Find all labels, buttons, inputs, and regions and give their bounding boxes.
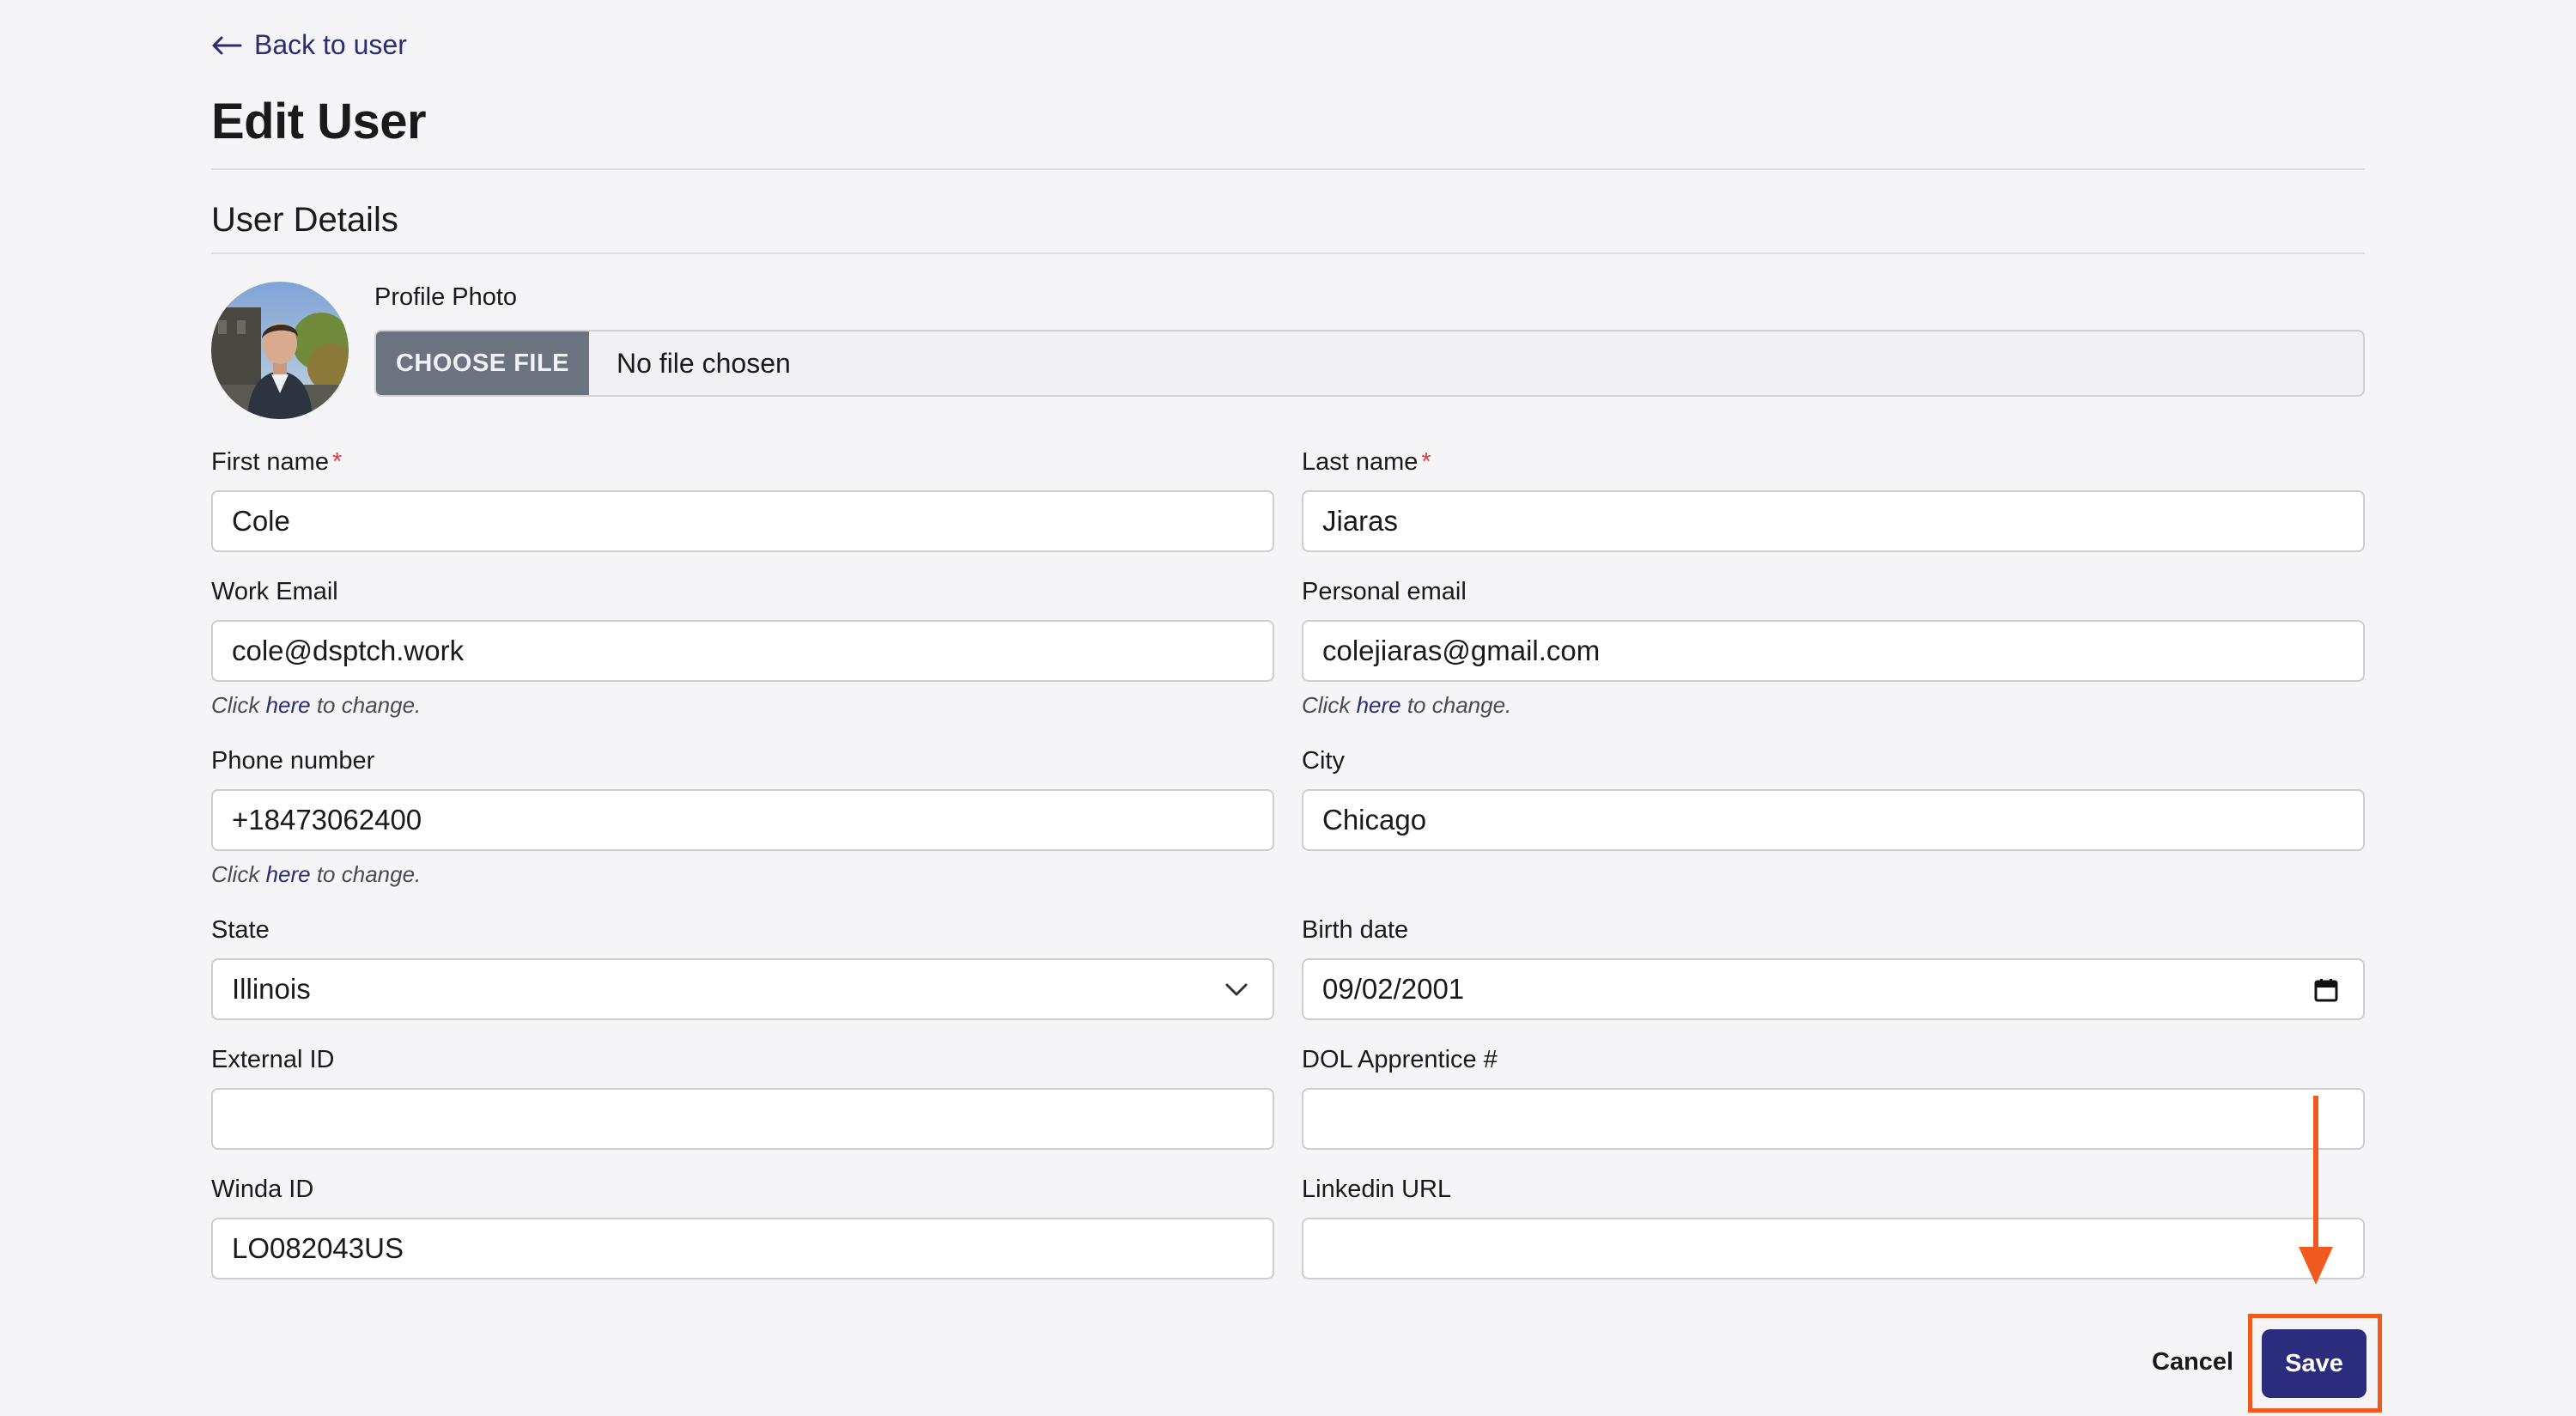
personal-email-field: Personal email colejiaras@gmail.com Clic… — [1302, 578, 2365, 719]
winda-id-field: Winda ID LO082043US — [211, 1176, 1274, 1279]
linkedin-url-field: Linkedin URL — [1302, 1176, 2365, 1279]
winda-id-input[interactable]: LO082043US — [211, 1218, 1274, 1279]
birth-date-value: 09/02/2001 — [1322, 973, 1465, 1005]
first-name-label: First name * — [211, 448, 343, 476]
work-email-change-link[interactable]: here — [266, 692, 311, 718]
state-select[interactable]: Illinois — [211, 958, 1274, 1020]
phone-input[interactable]: +18473062400 — [211, 789, 1274, 851]
city-label: City — [1302, 747, 1345, 775]
phone-change-link[interactable]: here — [266, 861, 311, 887]
birth-date-label: Birth date — [1302, 916, 1409, 944]
choose-file-button[interactable]: CHOOSE FILE — [376, 331, 589, 395]
required-marker: * — [331, 448, 343, 476]
state-field: State Illinois — [211, 916, 1274, 1020]
phone-label: Phone number — [211, 747, 375, 775]
dol-apprentice-input[interactable] — [1302, 1088, 2365, 1150]
phone-field: Phone number +18473062400 Click here to … — [211, 747, 1274, 888]
required-marker: * — [1421, 448, 1431, 476]
work-email-label: Work Email — [211, 578, 338, 605]
state-label: State — [211, 916, 270, 944]
personal-email-hint: Click here to change. — [1302, 692, 1512, 718]
linkedin-url-label: Linkedin URL — [1302, 1176, 1452, 1203]
external-id-field: External ID — [211, 1046, 1274, 1150]
personal-email-label: Personal email — [1302, 578, 1467, 605]
dol-apprentice-field: DOL Apprentice # — [1302, 1046, 2365, 1150]
file-status: No file chosen — [617, 347, 791, 379]
annotation-arrow-icon — [2299, 1096, 2333, 1285]
calendar-icon[interactable] — [2313, 977, 2339, 1003]
profile-photo-file-input[interactable]: CHOOSE FILE No file chosen — [374, 330, 2365, 397]
back-link-label: Back to user — [254, 29, 407, 60]
personal-email-input[interactable]: colejiaras@gmail.com — [1302, 620, 2365, 682]
title-divider — [211, 168, 2365, 170]
last-name-label: Last name * — [1302, 448, 1431, 476]
birth-date-input[interactable]: 09/02/2001 — [1302, 958, 2365, 1020]
back-to-user-link[interactable]: Back to user — [211, 29, 407, 61]
profile-photo-label: Profile Photo — [374, 283, 518, 311]
save-button[interactable]: Save — [2262, 1329, 2366, 1398]
state-selected-value: Illinois — [232, 973, 311, 1005]
external-id-label: External ID — [211, 1046, 335, 1073]
external-id-input[interactable] — [211, 1088, 1274, 1150]
personal-email-change-link[interactable]: here — [1357, 692, 1401, 718]
section-divider — [211, 252, 2365, 254]
work-email-hint: Click here to change. — [211, 692, 422, 718]
linkedin-url-input[interactable] — [1302, 1218, 2365, 1279]
cancel-button[interactable]: Cancel — [2152, 1348, 2233, 1376]
dol-apprentice-label: DOL Apprentice # — [1302, 1046, 1498, 1073]
avatar — [211, 282, 349, 419]
section-title: User Details — [211, 201, 398, 239]
city-field: City Chicago — [1302, 747, 2365, 851]
work-email-field: Work Email cole@dsptch.work Click here t… — [211, 578, 1274, 719]
page-title: Edit User — [211, 94, 427, 149]
arrow-left-icon — [212, 36, 242, 54]
chevron-down-icon — [1225, 983, 1248, 996]
birth-date-field: Birth date 09/02/2001 — [1302, 916, 2365, 1020]
last-name-input[interactable]: Jiaras — [1302, 490, 2365, 552]
winda-id-label: Winda ID — [211, 1176, 314, 1203]
work-email-input[interactable]: cole@dsptch.work — [211, 620, 1274, 682]
phone-hint: Click here to change. — [211, 861, 422, 887]
city-input[interactable]: Chicago — [1302, 789, 2365, 851]
last-name-field: Last name * Jiaras — [1302, 448, 2365, 552]
first-name-input[interactable]: Cole — [211, 490, 1274, 552]
first-name-field: First name * Cole — [211, 448, 1274, 552]
